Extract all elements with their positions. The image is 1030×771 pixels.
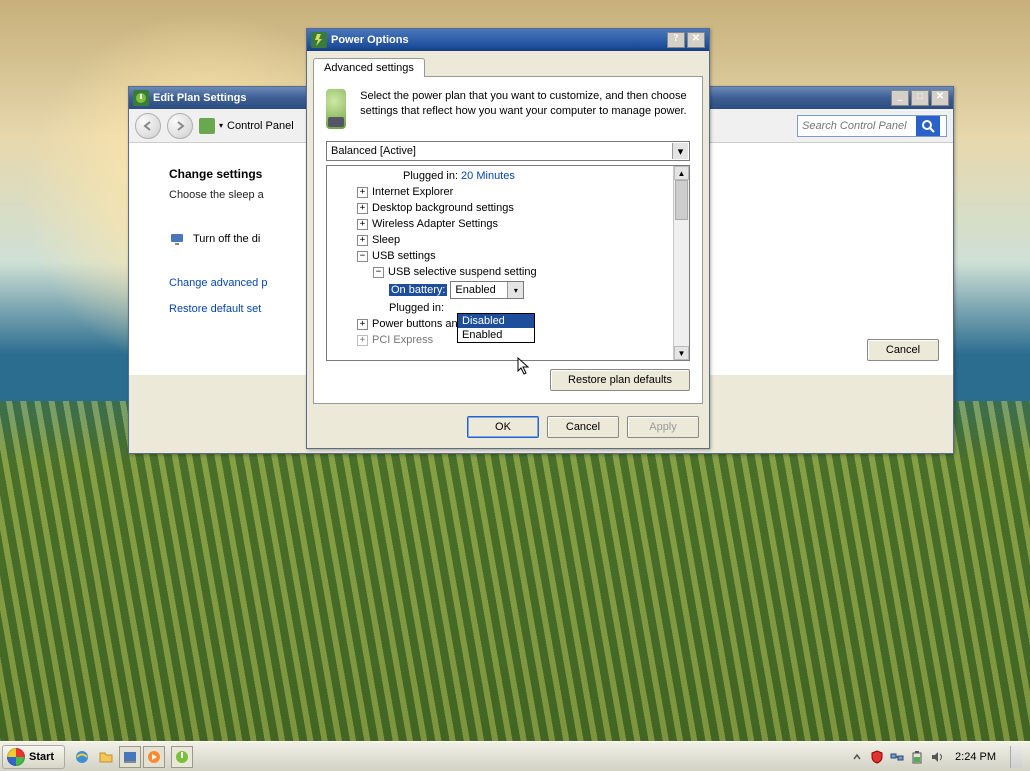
- tree-usb-selective-suspend[interactable]: −USB selective suspend setting: [331, 264, 671, 280]
- display-icon: [169, 231, 185, 247]
- intro-text: Select the power plan that you want to c…: [360, 89, 690, 129]
- restore-plan-defaults-button[interactable]: Restore plan defaults: [550, 369, 690, 391]
- tree-plugged-in-top[interactable]: Plugged in: 20 Minutes: [331, 168, 671, 184]
- cancel-button[interactable]: Cancel: [547, 416, 619, 438]
- parent-title: Edit Plan Settings: [153, 92, 247, 104]
- tree-internet-explorer[interactable]: +Internet Explorer: [331, 184, 671, 200]
- dialog-title: Power Options: [331, 34, 409, 46]
- taskbar-power-options[interactable]: [171, 746, 193, 768]
- tree-wireless-adapter[interactable]: +Wireless Adapter Settings: [331, 216, 671, 232]
- search-button[interactable]: [916, 116, 940, 136]
- ok-button[interactable]: OK: [467, 416, 539, 438]
- close-button[interactable]: ✕: [931, 90, 949, 106]
- power-options-icon: [311, 32, 327, 48]
- search-input[interactable]: [798, 118, 916, 134]
- power-plan-selected: Balanced [Active]: [331, 145, 416, 157]
- back-button[interactable]: [135, 113, 161, 139]
- search-box[interactable]: [797, 115, 947, 137]
- tray-volume-icon[interactable]: [929, 749, 945, 765]
- scroll-thumb[interactable]: [675, 180, 688, 220]
- breadcrumb-text: Control Panel: [227, 120, 294, 132]
- scroll-up-icon[interactable]: ▲: [674, 166, 689, 180]
- settings-tree[interactable]: Plugged in: 20 Minutes +Internet Explore…: [326, 165, 690, 361]
- help-button[interactable]: ?: [667, 32, 685, 48]
- control-panel-icon: [199, 118, 215, 134]
- quick-launch-media[interactable]: [143, 746, 165, 768]
- tab-advanced-settings[interactable]: Advanced settings: [313, 58, 425, 77]
- chevron-down-icon: ▾: [507, 282, 523, 298]
- on-battery-value-select[interactable]: Enabled ▾: [450, 281, 524, 299]
- tray-security-icon[interactable]: [869, 749, 885, 765]
- quick-launch-show-desktop[interactable]: [119, 746, 141, 768]
- scroll-down-icon[interactable]: ▼: [674, 346, 689, 360]
- power-options-dialog: Power Options ? ✕ Advanced settings Sele…: [306, 28, 710, 449]
- start-button[interactable]: Start: [2, 745, 65, 769]
- power-plan-icon: [133, 90, 149, 106]
- tray-power-icon[interactable]: [909, 749, 925, 765]
- tree-desktop-background[interactable]: +Desktop background settings: [331, 200, 671, 216]
- quick-launch-explorer[interactable]: [95, 746, 117, 768]
- tree-sleep[interactable]: +Sleep: [331, 232, 671, 248]
- windows-logo-icon: [7, 748, 25, 766]
- dialog-close-button[interactable]: ✕: [687, 32, 705, 48]
- tray-expand-icon[interactable]: [849, 749, 865, 765]
- parent-cancel-button[interactable]: Cancel: [867, 339, 939, 361]
- power-plan-big-icon: [326, 89, 346, 129]
- apply-button[interactable]: Apply: [627, 416, 699, 438]
- dropdown-option-disabled[interactable]: Disabled: [458, 314, 534, 328]
- forward-button[interactable]: [167, 113, 193, 139]
- tray-network-icon[interactable]: [889, 749, 905, 765]
- minimize-button[interactable]: _: [891, 90, 909, 106]
- turn-off-display-label: Turn off the di: [193, 233, 260, 245]
- taskbar-clock[interactable]: 2:24 PM: [949, 751, 1002, 763]
- tree-usb-settings[interactable]: −USB settings: [331, 248, 671, 264]
- dialog-titlebar[interactable]: Power Options ? ✕: [307, 29, 709, 51]
- tree-on-battery[interactable]: On battery: Enabled ▾: [331, 280, 671, 300]
- maximize-button[interactable]: □: [911, 90, 929, 106]
- show-desktop-button[interactable]: [1010, 746, 1022, 768]
- chevron-down-icon: ▾: [672, 143, 688, 159]
- taskbar[interactable]: Start 2:24 PM: [0, 741, 1030, 771]
- tree-scrollbar[interactable]: ▲ ▼: [673, 166, 689, 360]
- start-label: Start: [29, 751, 54, 763]
- dropdown-option-enabled[interactable]: Enabled: [458, 328, 534, 342]
- quick-launch-ie[interactable]: [71, 746, 93, 768]
- plugged-in-dropdown[interactable]: Disabled Enabled: [457, 313, 535, 343]
- power-plan-select[interactable]: Balanced [Active] ▾: [326, 141, 690, 161]
- breadcrumb[interactable]: ▾ Control Panel: [199, 118, 294, 134]
